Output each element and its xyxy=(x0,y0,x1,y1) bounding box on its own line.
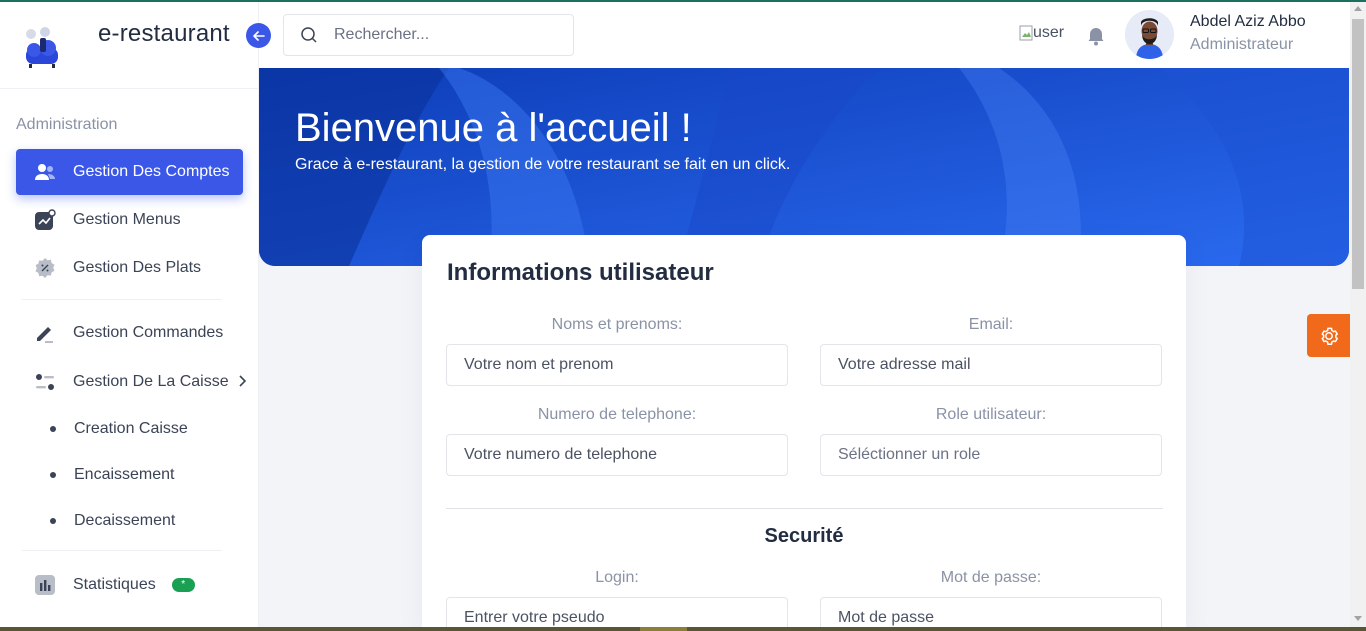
full-name-label: Noms et prenoms: xyxy=(551,316,683,333)
email-input[interactable] xyxy=(820,344,1162,386)
banner-subtitle: Grace à e-restaurant, la gestion de votr… xyxy=(295,156,791,173)
login-input[interactable] xyxy=(446,597,788,627)
user-avatar-icon xyxy=(1125,10,1174,59)
page-scrollbar[interactable] xyxy=(1350,2,1366,627)
bell-icon[interactable] xyxy=(1086,26,1106,46)
card-title: Informations utilisateur xyxy=(447,259,714,286)
arrow-left-icon xyxy=(252,30,265,41)
full-name-input[interactable] xyxy=(446,344,788,386)
sidebar-item-gestion-de-la-caisse[interactable]: Gestion De La Caisse xyxy=(16,359,247,405)
user-image-alt-text: user xyxy=(1033,24,1065,41)
security-section-title: Securité xyxy=(764,525,844,547)
sidebar-item-gestion-menus[interactable]: Gestion Menus xyxy=(16,197,243,243)
sidebar-item-label: Gestion Commandes xyxy=(73,324,224,341)
sidebar-item-gestion-des-comptes[interactable]: Gestion Des Comptes xyxy=(16,149,243,195)
phone-label: Numero de telephone: xyxy=(537,406,697,423)
phone-input[interactable] xyxy=(446,434,788,476)
user-info-card: Informations utilisateur Noms et prenoms… xyxy=(422,235,1186,627)
section-divider xyxy=(446,508,1163,509)
avatar[interactable] xyxy=(1125,10,1174,59)
user-role: Administrateur xyxy=(1190,36,1294,53)
sidebar-divider xyxy=(22,299,222,300)
bar-chart-icon xyxy=(34,575,55,595)
scrollbar-thumb[interactable] xyxy=(1352,19,1364,289)
sidebar-item-statistiques[interactable]: Statistiques * xyxy=(16,562,243,608)
sidebar-subitem-label: Decaissement xyxy=(74,512,176,529)
bullet-icon xyxy=(50,426,56,432)
password-label: Mot de passe: xyxy=(940,569,1042,586)
brand: e-restaurant xyxy=(0,2,259,89)
password-input[interactable] xyxy=(820,597,1162,627)
sidebar-toggle-button[interactable] xyxy=(246,23,271,48)
sidebar-item-label: Gestion Menus xyxy=(73,211,181,228)
scroll-down-arrow-icon[interactable] xyxy=(1354,616,1362,621)
email-label: Email: xyxy=(968,316,1014,333)
search-icon xyxy=(301,27,317,43)
sidebar-item-label: Gestion De La Caisse xyxy=(73,373,229,390)
sidebar-subitem-decaissement[interactable]: Decaissement xyxy=(16,503,243,539)
taskbar-edge xyxy=(0,627,1366,631)
role-select-value: Séléctionner un role xyxy=(838,446,981,463)
login-label: Login: xyxy=(595,569,639,586)
sidebar-item-label: Gestion Des Plats xyxy=(73,259,202,276)
sidebar-subitem-encaissement[interactable]: Encaissement xyxy=(16,457,243,493)
settings-button[interactable] xyxy=(1307,314,1350,357)
role-label: Role utilisateur: xyxy=(935,406,1047,423)
status-badge: * xyxy=(171,578,195,592)
bullet-icon xyxy=(50,472,56,478)
sidebar-subitem-label: Creation Caisse xyxy=(74,420,188,437)
gear-icon xyxy=(1320,327,1338,345)
search-box xyxy=(283,14,574,56)
chart-card-icon xyxy=(34,209,56,230)
discount-badge-icon xyxy=(35,258,54,278)
sidebar-item-label: Statistiques xyxy=(73,576,156,593)
sidebar-subitem-label: Encaissement xyxy=(74,466,175,483)
top-header: user Abdel Aziz Abbo Administrateur xyxy=(259,2,1350,68)
sidebar-item-label: Gestion Des Comptes xyxy=(73,163,230,180)
edit-icon xyxy=(36,327,53,343)
users-icon xyxy=(34,164,55,180)
chevron-right-icon xyxy=(239,375,247,387)
restaurant-logo-icon xyxy=(26,27,58,68)
sidebar-divider xyxy=(22,550,222,551)
brand-name: e-restaurant xyxy=(98,20,230,47)
sidebar-item-gestion-des-plats[interactable]: Gestion Des Plats xyxy=(16,245,243,291)
banner-title: Bienvenue à l'accueil ! xyxy=(295,106,692,150)
filter-settings-icon xyxy=(35,374,54,390)
sidebar: e-restaurant Administration Gestion Des … xyxy=(0,2,271,627)
bullet-icon xyxy=(50,518,56,524)
sidebar-section-title: Administration xyxy=(16,116,118,133)
scroll-up-arrow-icon[interactable] xyxy=(1354,6,1362,11)
sidebar-item-gestion-commandes[interactable]: Gestion Commandes xyxy=(16,310,243,356)
sidebar-subitem-creation-caisse[interactable]: Creation Caisse xyxy=(16,411,243,447)
search-input[interactable] xyxy=(334,26,564,44)
user-name[interactable]: Abdel Aziz Abbo xyxy=(1190,13,1306,31)
broken-image-icon xyxy=(1019,25,1033,41)
role-select[interactable]: Séléctionner un role xyxy=(820,434,1162,476)
broken-user-image[interactable]: user xyxy=(1019,24,1064,42)
